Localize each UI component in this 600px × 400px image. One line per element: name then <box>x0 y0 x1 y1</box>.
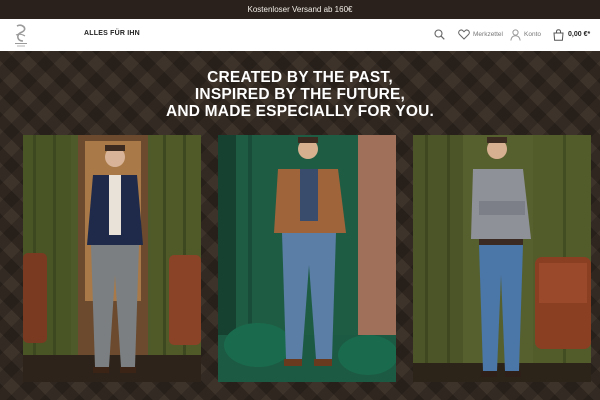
headline-line-1: CREATED BY THE PAST, <box>207 69 393 86</box>
headline-line-2: INSPIRED BY THE FUTURE, <box>194 86 406 103</box>
cart-total: 0,00 €* <box>568 31 591 38</box>
brand-logo[interactable] <box>12 23 30 49</box>
search-icon <box>434 29 445 40</box>
cart-button[interactable]: 0,00 €* <box>553 27 590 42</box>
site-header: ALLES FÜR IHN Merkzettel Konto 0,00 €* <box>0 19 600 52</box>
headline-line-3: AND MADE ESPECIALLY FOR YOU. <box>166 103 434 120</box>
hero-photo-2[interactable] <box>218 135 396 382</box>
account-button[interactable]: Konto <box>510 27 541 42</box>
hero-headline: CREATED BY THE PAST, INSPIRED BY THE FUT… <box>0 69 600 120</box>
announcement-bar: Kostenloser Versand ab 160€ <box>0 0 600 19</box>
wishlist-button[interactable]: Merkzettel <box>458 27 503 42</box>
hero-photo-3[interactable] <box>413 135 591 382</box>
search-button[interactable] <box>434 27 445 42</box>
account-label: Konto <box>524 31 541 38</box>
nav-alles-fuer-ihn[interactable]: ALLES FÜR IHN <box>84 30 140 37</box>
shopping-bag-icon <box>553 28 564 41</box>
user-icon <box>510 28 521 41</box>
wishlist-label: Merkzettel <box>473 31 503 38</box>
announcement-text: Kostenloser Versand ab 160€ <box>247 5 353 14</box>
heart-icon <box>458 29 470 40</box>
hero-photo-1[interactable] <box>23 135 201 382</box>
hero-banner[interactable]: CREATED BY THE PAST, INSPIRED BY THE FUT… <box>0 51 600 400</box>
